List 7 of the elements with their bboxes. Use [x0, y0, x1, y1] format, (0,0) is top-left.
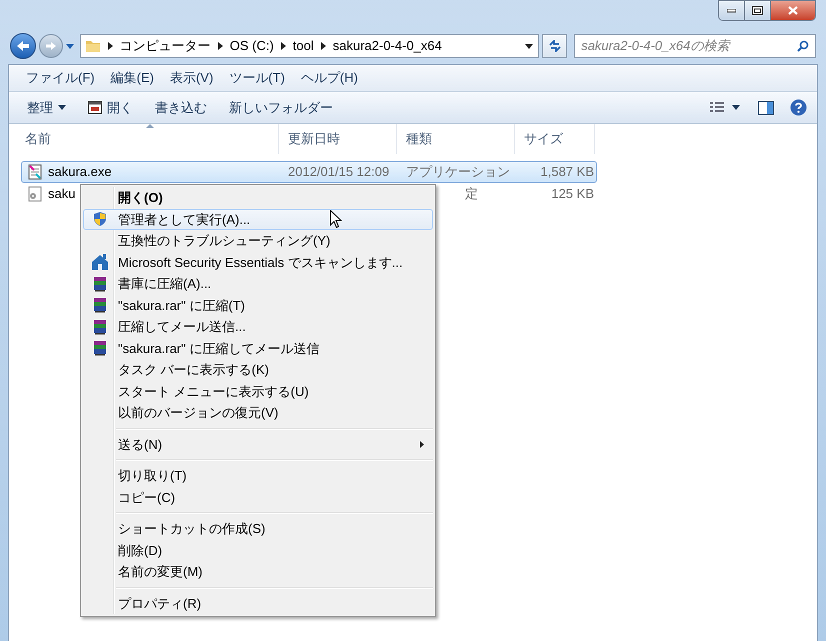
- file-size: 1,587 KB: [540, 163, 594, 182]
- file-size: 125 KB: [550, 185, 594, 204]
- file-type: アプリケーション: [406, 163, 511, 182]
- file-type: 定: [464, 185, 479, 204]
- file-name: saku: [48, 185, 76, 204]
- file-name: sakura.exe: [48, 163, 112, 182]
- file-date: 2012/01/15 12:09: [288, 163, 390, 182]
